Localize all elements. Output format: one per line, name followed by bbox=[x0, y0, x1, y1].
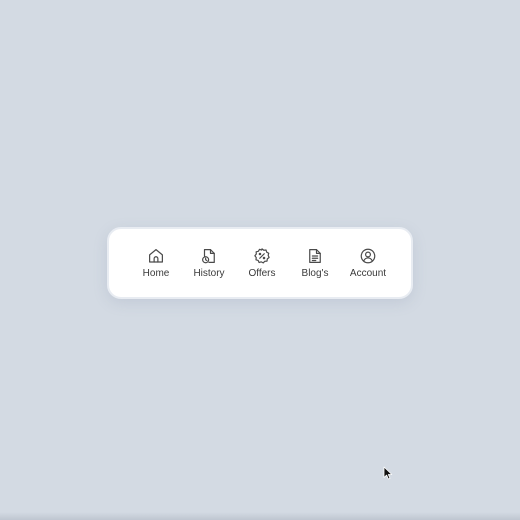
nav-label-account: Account bbox=[349, 267, 387, 279]
percent-badge-icon bbox=[253, 247, 271, 265]
nav-item-home[interactable]: Home bbox=[131, 247, 181, 280]
home-icon bbox=[147, 247, 165, 265]
bottom-edge-shade bbox=[0, 512, 520, 520]
user-circle-icon bbox=[359, 247, 377, 265]
nav-item-history[interactable]: History bbox=[184, 247, 234, 280]
nav-label-blogs: Blog's bbox=[301, 267, 329, 279]
history-document-icon bbox=[200, 247, 218, 265]
nav-item-offers[interactable]: Offers bbox=[237, 247, 287, 280]
nav-item-blogs[interactable]: Blog's bbox=[290, 247, 340, 280]
bottom-navigation-bar: Home History Offers Blog's Account bbox=[107, 227, 413, 299]
nav-item-account[interactable]: Account bbox=[343, 247, 393, 280]
nav-label-offers: Offers bbox=[248, 267, 276, 279]
nav-label-home: Home bbox=[142, 267, 170, 279]
nav-label-history: History bbox=[193, 267, 225, 279]
mouse-pointer-icon bbox=[383, 466, 393, 480]
document-icon bbox=[306, 247, 324, 265]
